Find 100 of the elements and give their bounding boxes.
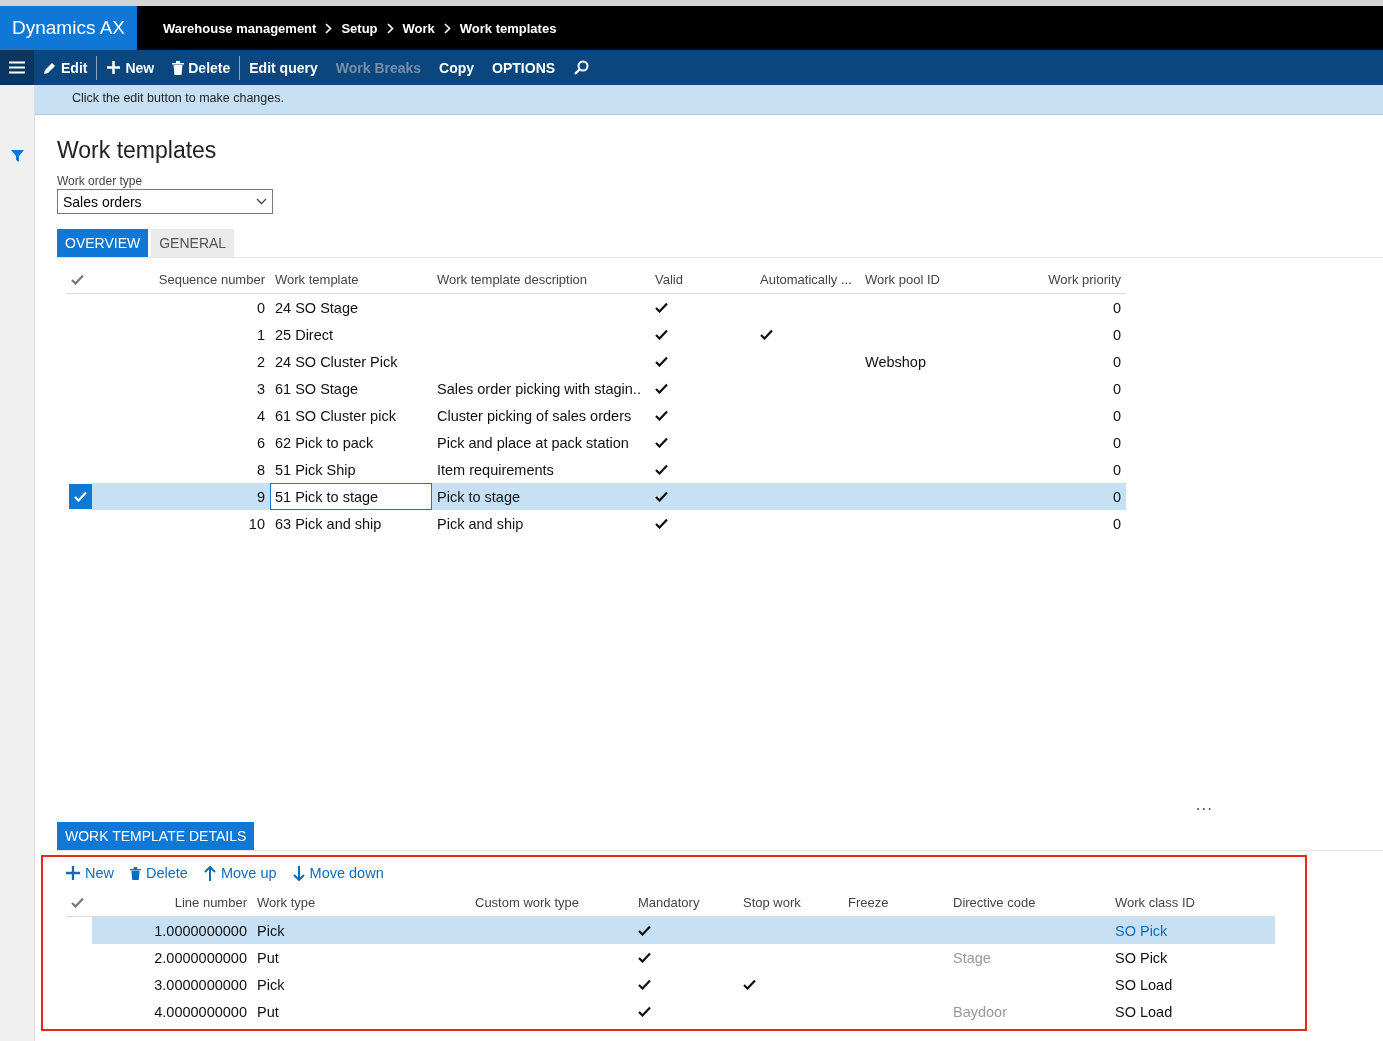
checkmark-icon [655, 356, 668, 367]
table-cell-text: 61 SO Stage [274, 379, 360, 399]
column-header[interactable]: Sequence number [92, 266, 270, 294]
table-cell-text: Baydoor [952, 1002, 1008, 1022]
checkmark-icon [655, 437, 668, 448]
tab[interactable]: GENERAL [151, 229, 235, 257]
breadcrumb-link[interactable]: Work [402, 20, 435, 36]
plus-icon [106, 60, 122, 75]
checkmark-icon [638, 925, 651, 936]
action-button[interactable]: Move down [292, 865, 384, 881]
table-cell-text: 25 Direct [274, 325, 335, 345]
checkmark-icon [655, 464, 668, 475]
table-cell-text: Pick [256, 921, 286, 941]
section-tab[interactable]: WORK TEMPLATE DETAILS [57, 822, 255, 850]
field-label: Work order type [57, 174, 144, 188]
work-order-type-dropdown[interactable]: Sales orders [57, 189, 273, 214]
chevron-icon [325, 22, 333, 34]
table-cell-text: 1 [255, 325, 266, 345]
table-cell-text: 0 [1111, 352, 1122, 372]
toolbar-button[interactable]: Delete [163, 50, 240, 85]
checkmark-icon [655, 518, 668, 529]
row-checkbox[interactable] [69, 484, 92, 509]
table-cell-text: 63 Pick and ship [274, 514, 383, 534]
table-cell-text: Stage [952, 948, 992, 968]
table-cell-text: SO Load [1114, 975, 1174, 995]
toolbar-button[interactable]: Edit [34, 50, 97, 85]
arrow-down-icon [292, 865, 305, 881]
column-header[interactable]: Valid [650, 266, 755, 294]
toolbar-button[interactable]: New [97, 50, 164, 85]
chevron-icon [386, 22, 394, 34]
action-button[interactable]: Move up [203, 865, 277, 881]
trash-icon [172, 60, 185, 75]
table-cell-text: 0 [1111, 514, 1122, 534]
selected-row[interactable]: 9 51 Pick to stage Pick to stage 0 [66, 483, 1126, 510]
table-cell-text: 8 [255, 460, 266, 480]
table-cell-text: 9 [255, 487, 266, 507]
table-cell-text: Pick and ship [436, 514, 525, 534]
menu-icon [9, 61, 25, 74]
filter-icon[interactable] [10, 150, 24, 162]
column-header[interactable]: Work pool ID [860, 266, 1000, 294]
table-cell-text: Item requirements [436, 460, 555, 480]
menu-button[interactable] [0, 50, 34, 85]
plus-icon [66, 866, 80, 880]
toolbar-button[interactable]: OPTIONS [483, 50, 565, 85]
trash-icon [130, 866, 141, 880]
table-cell-text: Pick [256, 975, 286, 995]
column-header[interactable]: Work template [270, 266, 432, 294]
select-all-icon [71, 897, 84, 908]
tab[interactable]: OVERVIEW [57, 229, 149, 257]
focused-cell: 51 Pick to stage [270, 483, 432, 510]
action-button[interactable]: Delete [130, 865, 188, 881]
table-cell-text: Put [256, 1002, 280, 1022]
table-cell-text: Cluster picking of sales orders [436, 406, 633, 426]
table-cell-text: 4.0000000000 [153, 1002, 248, 1022]
action-button[interactable]: New [66, 865, 114, 881]
checkmark-icon [74, 491, 87, 502]
pencil-icon [43, 60, 57, 75]
info-message: Click the edit button to make changes. [35, 85, 1383, 115]
table-cell-text: Webshop [864, 352, 927, 372]
table-cell-text: 0 [1111, 406, 1122, 426]
select-all-icon [71, 274, 84, 285]
checkmark-icon [655, 329, 668, 340]
toolbar-button[interactable]: Edit query [240, 50, 327, 85]
app-title[interactable]: Dynamics AX [0, 6, 137, 50]
toolbar-button[interactable]: Copy [430, 50, 484, 85]
table-cell-text: 61 SO Cluster pick [274, 406, 397, 426]
page-title: Work templates [57, 137, 218, 164]
breadcrumb-link[interactable]: Work templates [459, 20, 557, 36]
table-cell-text: Put [256, 948, 280, 968]
column-header[interactable]: Automatically ... [755, 266, 860, 294]
selected-row[interactable]: 1.0000000000 Pick SO Pick [92, 917, 1275, 944]
table-cell-text: SO Load [1114, 1002, 1174, 1022]
table-cell-text: 3 [255, 379, 266, 399]
search-icon[interactable] [574, 60, 590, 75]
chevron-down-icon [256, 198, 267, 205]
checkmark-icon [638, 979, 651, 990]
table-cell-text: 10 [247, 514, 266, 534]
checkmark-icon [638, 952, 651, 963]
table-cell-text: 0 [1111, 298, 1122, 318]
checkmark-icon [743, 979, 756, 990]
table-cell-text: 0 [255, 298, 266, 318]
table-cell-text: 62 Pick to pack [274, 433, 375, 453]
table-cell-text: SO Pick [1114, 948, 1169, 968]
breadcrumb-link[interactable]: Setup [341, 20, 378, 36]
table-cell-text: Pick and place at pack station [436, 433, 630, 453]
table-cell-text: 6 [255, 433, 266, 453]
table-cell-text: 0 [1111, 379, 1122, 399]
checkmark-icon [655, 491, 668, 502]
column-header[interactable]: Work priority [1000, 266, 1126, 294]
table-cell-text: 0 [1111, 487, 1122, 507]
breadcrumb-link[interactable]: Warehouse management [163, 20, 317, 36]
arrow-up-icon [203, 865, 216, 881]
table-cell-text: 24 SO Stage [274, 298, 360, 318]
table-cell-text: SO Pick [1114, 921, 1169, 941]
table-cell-text: 3.0000000000 [153, 975, 248, 995]
table-cell-text: 24 SO Cluster Pick [274, 352, 399, 372]
column-header[interactable]: Work template description [432, 266, 650, 294]
checkmark-icon [655, 410, 668, 421]
more-options[interactable]: ... [1195, 796, 1213, 814]
table-cell-text: 1.0000000000 [153, 921, 248, 941]
